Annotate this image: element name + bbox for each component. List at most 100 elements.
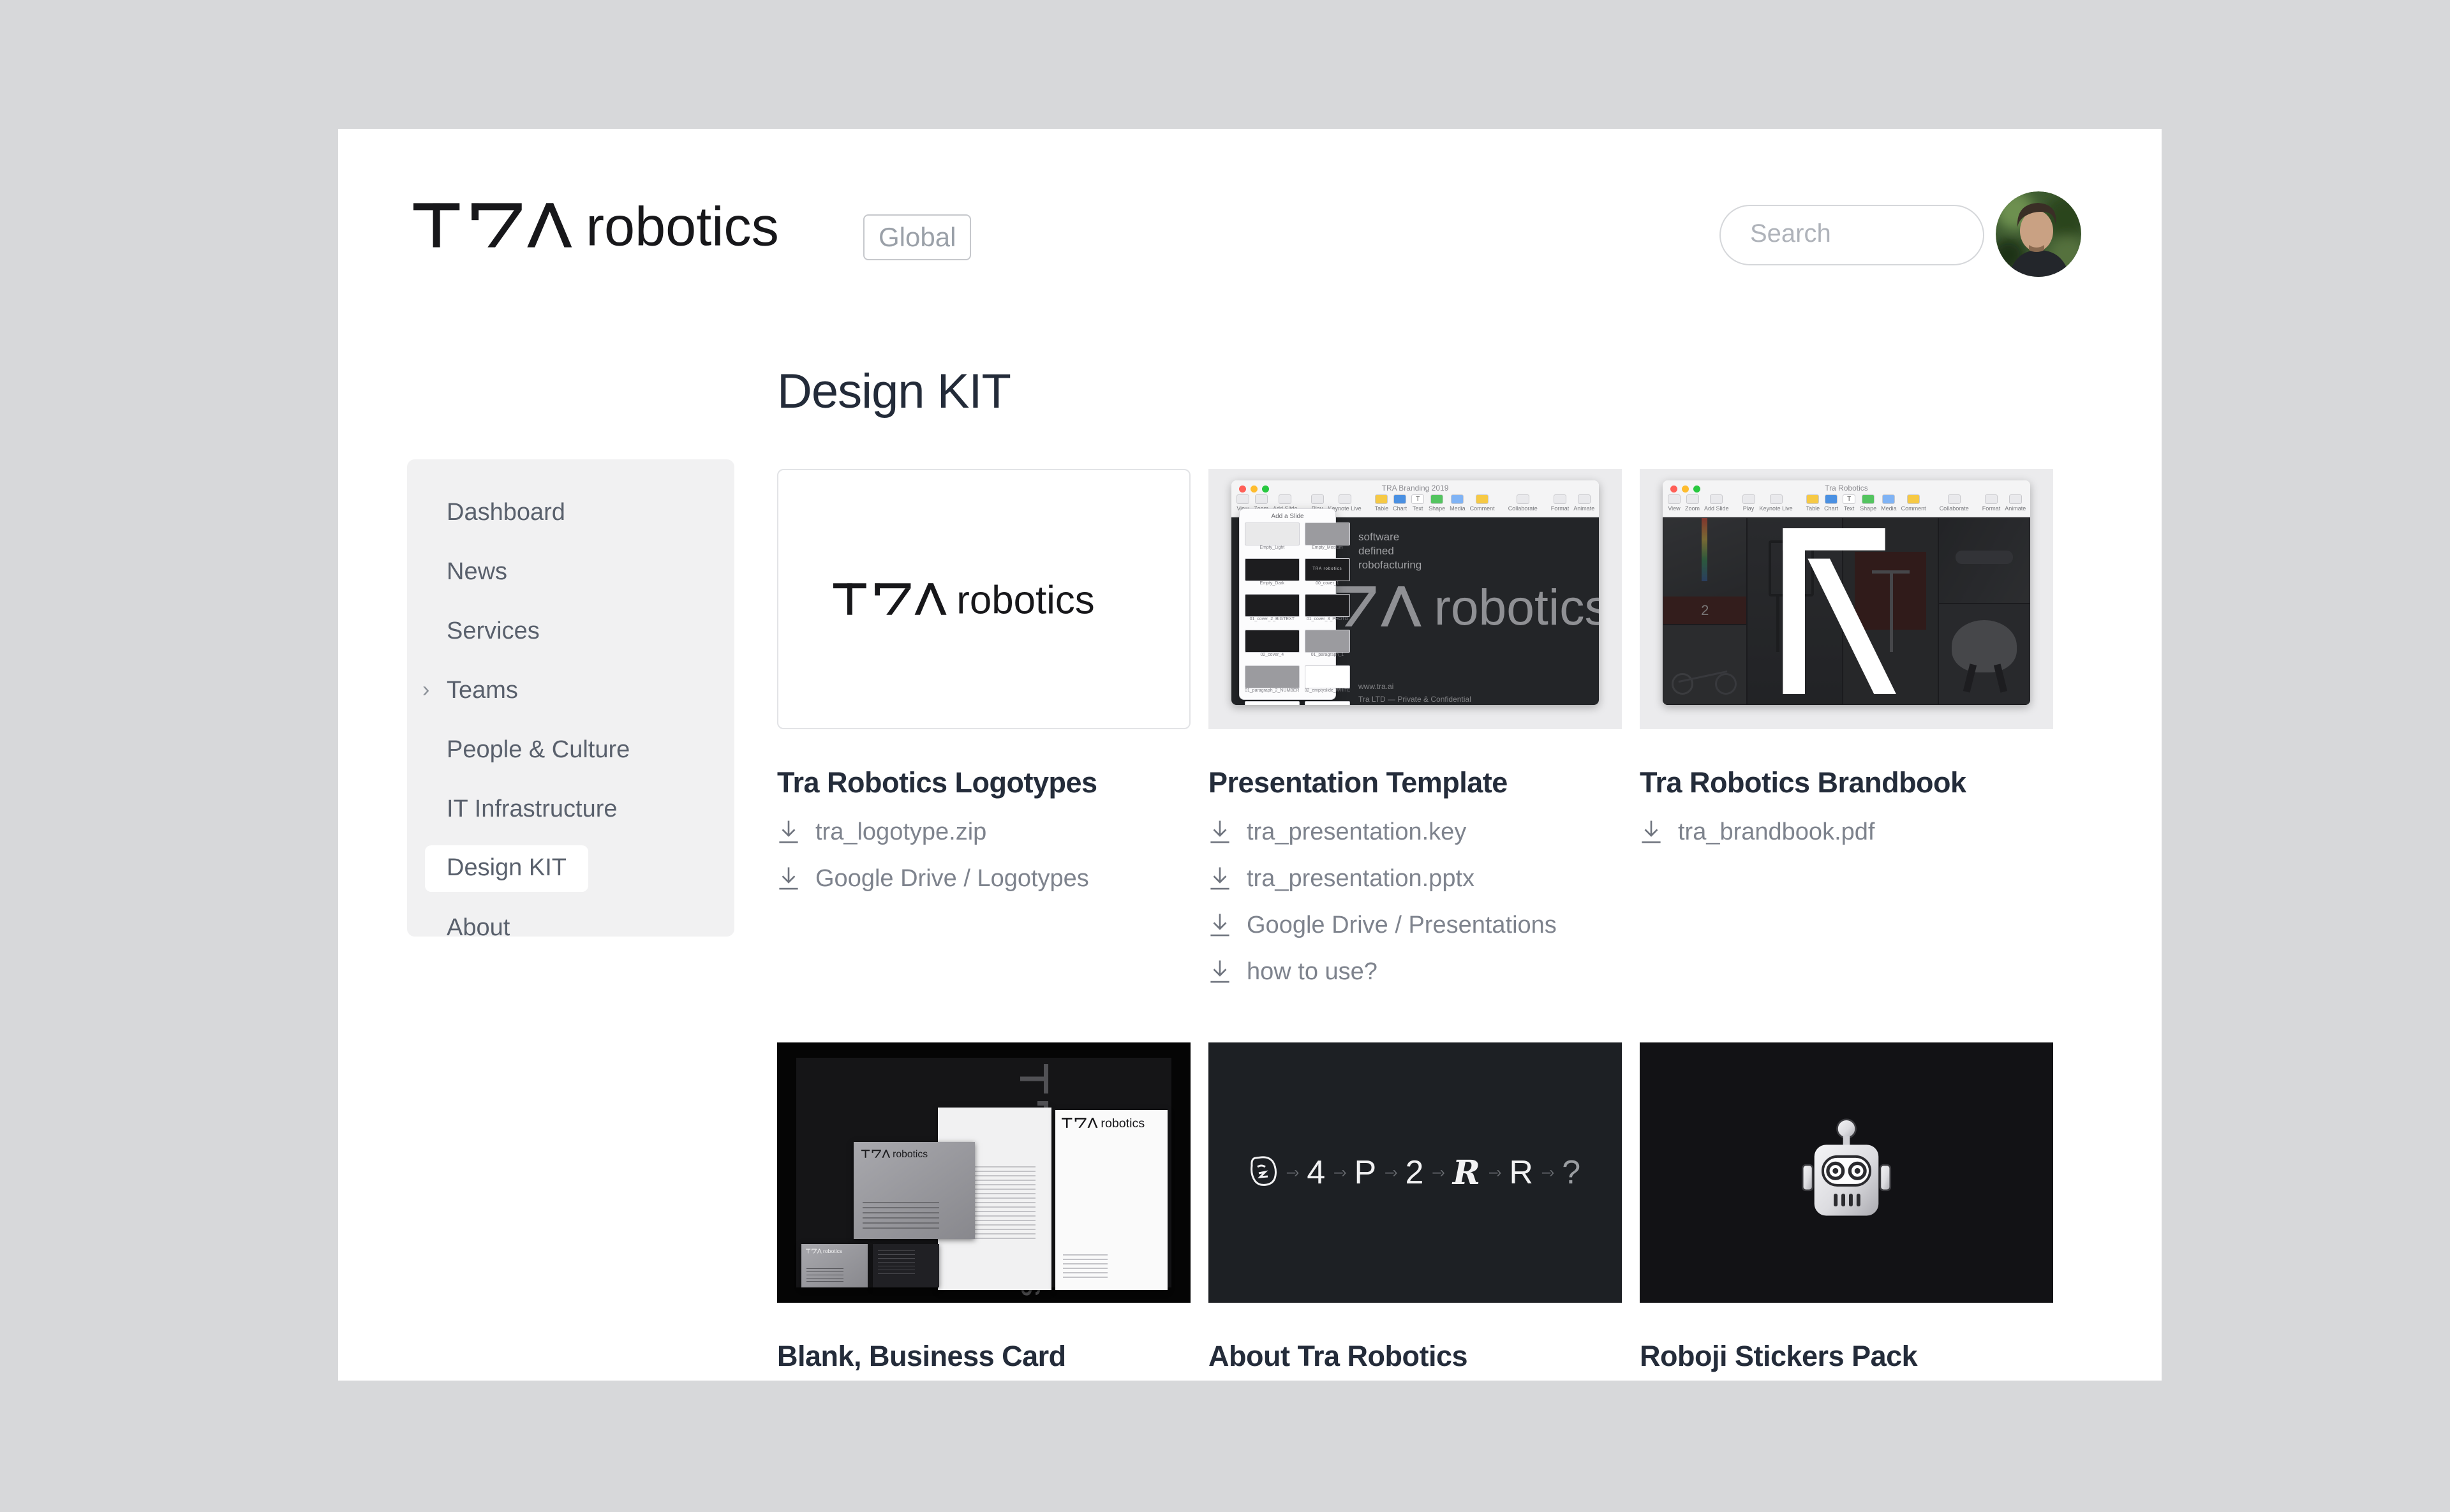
toolbar-button-table: Table (1806, 494, 1820, 512)
download-link[interactable]: tra_presentation.pptx (1208, 860, 1622, 897)
card-title: Tra Robotics Logotypes (777, 766, 1191, 799)
keynote-window: TRA Branding 2019 ViewZoomAdd SlidePlayK… (1231, 480, 1599, 705)
slide-layout-tile (1245, 594, 1300, 617)
slide-footer-confidential: Tra LTD — Private & Confidential (1358, 695, 1471, 704)
slide-layout-tile (1305, 630, 1351, 653)
download-icon (777, 820, 800, 844)
tra-robotics-logo[interactable]: robotics (413, 203, 835, 248)
toolbar-button-chart: Chart (1393, 494, 1407, 512)
sidebar-item-people-culture[interactable]: People & Culture (407, 720, 734, 780)
arrow-separator-icon: –› (1489, 1164, 1500, 1182)
toolbar-button-collaborate: Collaborate (1508, 494, 1538, 512)
sidebar-item-news[interactable]: News (407, 542, 734, 602)
business-card-thumbnail[interactable]: robotics robotics robotics robotics (777, 1042, 1191, 1303)
search-input[interactable] (1719, 205, 1984, 265)
brandbook-thumbnail[interactable]: Tra Robotics ViewZoomAdd SlidePlayKeynot… (1640, 469, 2053, 729)
sidebar-item-teams[interactable]: › Teams (407, 661, 734, 720)
svg-text:robotics: robotics (893, 1150, 928, 1158)
download-link[interactable]: tra_presentation.key (1208, 813, 1622, 850)
card-title: About Tra Robotics (1208, 1340, 1622, 1373)
slide-layout-tile (1245, 558, 1300, 581)
logotypes-thumbnail[interactable]: robotics (777, 469, 1191, 729)
main-panel: robotics Global Design KIT Dashboard Ne (338, 129, 2162, 1381)
card-logotypes: robotics Tra Robotics Logotypes tra_logo… (777, 469, 1191, 990)
card-presentation-template: TRA Branding 2019 ViewZoomAdd SlidePlayK… (1208, 469, 1622, 990)
sidebar-item-about[interactable]: About (407, 898, 734, 958)
toolbar-button-text: TText (1411, 494, 1424, 512)
avatar[interactable] (1996, 191, 2081, 277)
evolution-glyph: 2 (1405, 1153, 1423, 1192)
window-title: TRA Branding 2019 (1231, 484, 1599, 493)
tra-mark-icon (1781, 528, 1912, 694)
toolbar-button-view: View (1668, 494, 1681, 512)
toolbar-button-media: Media (1881, 494, 1897, 512)
toolbar-button-play: Play (1742, 494, 1755, 512)
arrow-separator-icon: –› (1334, 1164, 1345, 1182)
toolbar-button-format: Format (1982, 494, 2001, 512)
toolbar-button-comment: Comment (1470, 494, 1495, 512)
svg-text:robotics: robotics (1101, 1118, 1145, 1128)
stationery-photo: robotics robotics robotics robotics (796, 1058, 1171, 1287)
svg-text:robotics: robotics (823, 1249, 842, 1254)
toolbar-button-add-slide: Add Slide (1704, 494, 1729, 512)
tra-robotics-logo: robotics (861, 1150, 938, 1158)
svg-text:robotics: robotics (1434, 586, 1599, 626)
toolbar-button-comment: Comment (1901, 494, 1926, 512)
robot-emoji-icon (1795, 1118, 1897, 1227)
slide-layout-tile (1305, 665, 1351, 688)
card-title: Tra Robotics Brandbook (1640, 766, 2053, 799)
sidebar-item-design-kit[interactable]: Design KIT (407, 839, 734, 898)
toolbar-button-format: Format (1551, 494, 1570, 512)
sidebar: Dashboard News Services › Teams People &… (407, 459, 734, 937)
download-icon (1208, 960, 1231, 984)
slide-layout-tile (1305, 701, 1351, 705)
slide-layout-tile (1245, 701, 1300, 705)
face-glyph-icon (1250, 1155, 1278, 1187)
download-icon (1208, 866, 1231, 891)
page-title: Design KIT (777, 364, 1011, 419)
svg-text:robotics: robotics (956, 583, 1094, 615)
download-icon (1640, 820, 1663, 844)
toolbar-button-zoom: Zoom (1685, 494, 1700, 512)
download-icon (777, 866, 800, 891)
toolbar-button-animate: Animate (2005, 494, 2026, 512)
avatar-photo-icon (1996, 191, 2081, 277)
sidebar-item-dashboard[interactable]: Dashboard (407, 483, 734, 542)
add-slide-popup: Add a Slide Empty_LightEmpty_MediumEmpty… (1239, 508, 1336, 700)
card-title: Presentation Template (1208, 766, 1622, 799)
toolbar-button-shape: Shape (1429, 494, 1445, 512)
roboji-thumbnail[interactable] (1640, 1042, 2053, 1303)
slide-layout-tile (1245, 665, 1300, 688)
evolution-glyph: R (1453, 1153, 1480, 1192)
slide-layout-tile (1245, 630, 1300, 653)
card-about-tra-robotics: –›4–›P–›2–›R–›R–›? About Tra Robotics (1208, 1042, 1622, 1373)
download-link[interactable]: Google Drive / Presentations (1208, 907, 1622, 944)
letter-evolution: –›4–›P–›2–›R–›R–›? (1250, 1153, 1580, 1192)
slide-heading: software defined robofacturing (1358, 530, 1422, 572)
download-link[interactable]: tra_brandbook.pdf (1640, 813, 2053, 850)
slide-layout-tile (1245, 523, 1300, 545)
download-link[interactable]: tra_logotype.zip (777, 813, 1191, 850)
evolution-glyph: ? (1562, 1153, 1580, 1192)
slide-layout-tile: TRA robotics (1305, 558, 1351, 581)
tra-robotics-logo: robotics (833, 583, 1134, 615)
slide-layout-tile (1305, 523, 1351, 545)
toolbar-button-chart: Chart (1824, 494, 1838, 512)
presentation-thumbnail[interactable]: TRA Branding 2019 ViewZoomAdd SlidePlayK… (1208, 469, 1622, 729)
download-link[interactable]: Google Drive / Logotypes (777, 860, 1191, 897)
card-roboji-stickers: Roboji Stickers Pack (1640, 1042, 2053, 1373)
evolution-glyph: P (1354, 1153, 1376, 1192)
toolbar-button-table: Table (1375, 494, 1389, 512)
sidebar-item-it-infrastructure[interactable]: IT Infrastructure (407, 780, 734, 839)
sidebar-item-services[interactable]: Services (407, 602, 734, 661)
arrow-separator-icon: –› (1385, 1164, 1396, 1182)
tra-robotics-logo: robotics (806, 1249, 848, 1254)
arrow-separator-icon: –› (1542, 1164, 1553, 1182)
toolbar-button-animate: Animate (1573, 494, 1594, 512)
download-icon (1208, 820, 1231, 844)
keynote-window: Tra Robotics ViewZoomAdd SlidePlayKeynot… (1663, 480, 2030, 705)
global-badge: Global (863, 214, 971, 260)
download-link[interactable]: how to use? (1208, 953, 1622, 990)
about-thumbnail[interactable]: –›4–›P–›2–›R–›R–›? (1208, 1042, 1622, 1303)
toolbar-button-shape: Shape (1860, 494, 1876, 512)
